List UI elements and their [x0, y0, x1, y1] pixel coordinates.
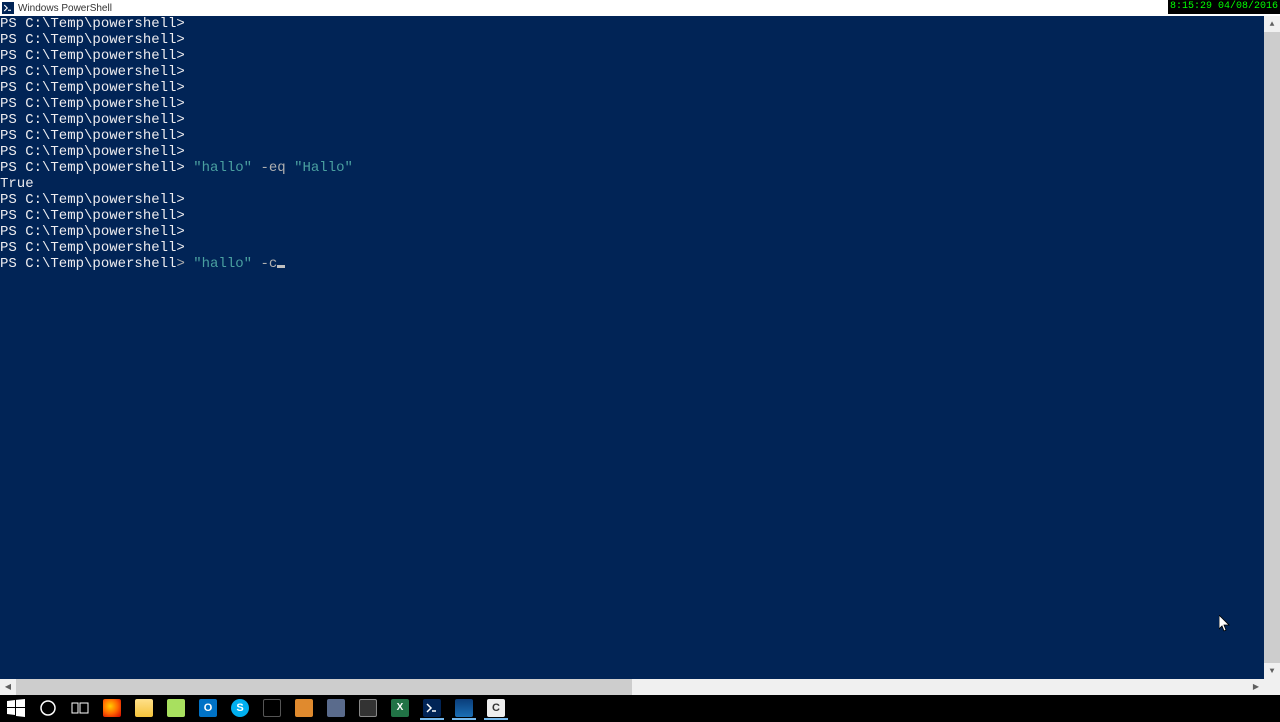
npp-icon [167, 699, 185, 717]
terminal-line: PS C:\Temp\powershell> [0, 192, 1264, 208]
terminal-line: PS C:\Temp\powershell> [0, 224, 1264, 240]
cmd-icon [263, 699, 281, 717]
terminal-line: PS C:\Temp\powershell> "hallo" -c [0, 256, 1264, 272]
outlook-icon: O [199, 699, 217, 717]
terminal-line: PS C:\Temp\powershell> "hallo" -eq "Hall… [0, 160, 1264, 176]
taskbar[interactable]: OS X C [0, 695, 1280, 720]
terminal-line: PS C:\Temp\powershell> [0, 48, 1264, 64]
app-c[interactable]: C [480, 695, 512, 720]
app-box[interactable] [352, 695, 384, 720]
scroll-right-button[interactable]: ▶ [1248, 679, 1264, 695]
terminal-output[interactable]: PS C:\Temp\powershell>PS C:\Temp\powersh… [0, 16, 1264, 679]
powershell-window: Windows PowerShell 8:15:29 04/08/2016 PS… [0, 0, 1280, 695]
app-util[interactable] [320, 695, 352, 720]
excel[interactable]: X [384, 695, 416, 720]
psise-icon [455, 699, 473, 717]
appc-icon: C [487, 699, 505, 717]
skype-icon: S [231, 699, 249, 717]
clock-overlay: 8:15:29 04/08/2016 [1168, 0, 1280, 14]
circle-icon [39, 699, 57, 717]
scroll-thumb[interactable] [1264, 32, 1280, 663]
powershell[interactable] [416, 695, 448, 720]
util-icon [327, 699, 345, 717]
hscroll-thumb[interactable] [16, 679, 632, 695]
orange-icon [295, 699, 313, 717]
cortana-button[interactable] [32, 695, 64, 720]
powershell-icon [2, 2, 14, 14]
windows-icon [7, 699, 25, 717]
notepadpp[interactable] [160, 695, 192, 720]
scroll-track[interactable] [1264, 32, 1280, 663]
taskview-button[interactable] [64, 695, 96, 720]
powershell-ise[interactable] [448, 695, 480, 720]
terminal-line: True [0, 176, 1264, 192]
start-button[interactable] [0, 695, 32, 720]
app-orange[interactable] [288, 695, 320, 720]
titlebar[interactable]: Windows PowerShell 8:15:29 04/08/2016 [0, 0, 1280, 16]
terminal-line: PS C:\Temp\powershell> [0, 80, 1264, 96]
skype[interactable]: S [224, 695, 256, 720]
scrollbar-corner [1264, 679, 1280, 695]
file-explorer[interactable] [128, 695, 160, 720]
text-cursor [277, 265, 285, 268]
window-title: Windows PowerShell [18, 3, 112, 14]
terminal-line: PS C:\Temp\powershell> [0, 16, 1264, 32]
terminal-line: PS C:\Temp\powershell> [0, 112, 1264, 128]
terminal-line: PS C:\Temp\powershell> [0, 64, 1264, 80]
scroll-down-button[interactable]: ▼ [1264, 663, 1280, 679]
firefox[interactable] [96, 695, 128, 720]
terminal-line: PS C:\Temp\powershell> [0, 144, 1264, 160]
box-icon [359, 699, 377, 717]
terminal-line: PS C:\Temp\powershell> [0, 96, 1264, 112]
ps-icon [423, 699, 441, 717]
scroll-up-button[interactable]: ▲ [1264, 16, 1280, 32]
scroll-left-button[interactable]: ◀ [0, 679, 16, 695]
folder-icon [135, 699, 153, 717]
terminal-line: PS C:\Temp\powershell> [0, 208, 1264, 224]
hscroll-track[interactable] [16, 679, 1248, 695]
excel-icon: X [391, 699, 409, 717]
cmd[interactable] [256, 695, 288, 720]
firefox-icon [103, 699, 121, 717]
outlook[interactable]: O [192, 695, 224, 720]
terminal-line: PS C:\Temp\powershell> [0, 128, 1264, 144]
horizontal-scrollbar[interactable]: ◀ ▶ [0, 679, 1280, 695]
terminal-line: PS C:\Temp\powershell> [0, 32, 1264, 48]
terminal-line: PS C:\Temp\powershell> [0, 240, 1264, 256]
taskview-icon [71, 699, 89, 717]
vertical-scrollbar[interactable]: ▲ ▼ [1264, 16, 1280, 679]
